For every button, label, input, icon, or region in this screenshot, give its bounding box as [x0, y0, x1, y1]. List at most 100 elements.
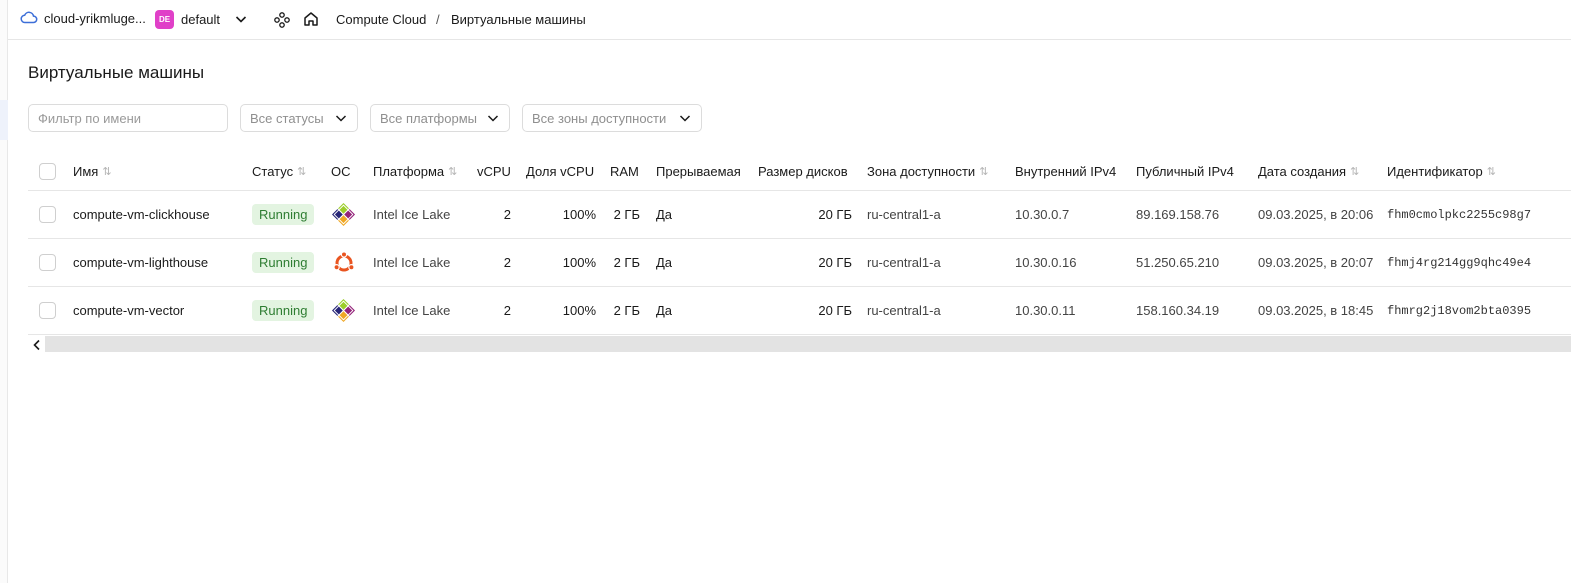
chevron-down-icon	[487, 115, 499, 122]
created-date: 09.03.2025, в 20:06	[1258, 207, 1374, 222]
folder-name[interactable]: default	[181, 12, 220, 27]
chevron-down-icon[interactable]	[234, 12, 248, 29]
status-cell: Running	[252, 239, 315, 286]
column-header-created[interactable]: Дата создания ⇅	[1258, 152, 1359, 190]
centos-icon	[331, 287, 356, 334]
select-all-checkbox[interactable]	[39, 152, 56, 190]
cloud-icon	[20, 10, 38, 27]
breadcrumb-separator: /	[436, 12, 440, 27]
column-header-zone[interactable]: Зона доступности ⇅	[867, 152, 988, 190]
sort-icon[interactable]: ⇅	[448, 165, 457, 178]
status-badge: Running	[252, 204, 315, 225]
preemptible: Да	[656, 207, 673, 222]
vcpu: 2	[503, 303, 511, 318]
column-header-vcpu: vCPU	[477, 163, 511, 179]
horizontal-scrollbar[interactable]	[45, 336, 1571, 352]
sort-icon[interactable]: ⇅	[102, 165, 111, 178]
cloud-name: cloud-yrikmluge...	[44, 11, 146, 26]
preemptible: Да	[656, 255, 673, 270]
vcpu-share: 100%	[562, 207, 596, 222]
vm-id: fhmrg2j18vom2bta0395	[1387, 303, 1532, 318]
platform-filter-select[interactable]: Все платформы	[370, 104, 510, 132]
disk-size: 20 ГБ	[818, 255, 852, 270]
left-rail-tab[interactable]	[0, 100, 8, 140]
table-row[interactable]: compute-vm-clickhouse Running Intel Ice …	[28, 191, 1571, 239]
public-ip: 158.160.34.19	[1136, 303, 1220, 318]
vcpu-share: 100%	[562, 255, 596, 270]
status-badge: Running	[252, 252, 315, 273]
folder-badge: DE	[155, 10, 174, 29]
table-row[interactable]: compute-vm-lighthouse Running Intel Ice …	[28, 239, 1571, 287]
internal-ip: 10.30.0.16	[1015, 255, 1077, 270]
vm-name[interactable]: compute-vm-lighthouse	[73, 239, 208, 286]
row-checkbox[interactable]	[39, 287, 56, 334]
topbar: cloud-yrikmluge... DE default Compute Cl…	[8, 0, 1571, 40]
zone: ru-central1-a	[867, 303, 941, 318]
vcpu: 2	[503, 207, 511, 222]
column-header-disk-size: Размер дисков	[758, 163, 848, 179]
public-ip: 51.250.65.210	[1136, 255, 1220, 270]
public-ip: 89.169.158.76	[1136, 207, 1220, 222]
column-header-vcpu-share: Доля vCPU	[526, 163, 595, 179]
vcpu: 2	[503, 255, 511, 270]
ubuntu-icon	[332, 239, 356, 286]
row-checkbox[interactable]	[39, 191, 56, 238]
table-header: Имя ⇅ Статус ⇅ ОС Платформа ⇅ vCPU Доля vCP…	[28, 152, 1571, 191]
ram: 2 ГБ	[613, 303, 640, 318]
breadcrumb-current-page: Виртуальные машины	[451, 12, 586, 27]
chevron-down-icon	[335, 115, 347, 122]
internal-ip: 10.30.0.7	[1015, 207, 1070, 222]
internal-ip: 10.30.0.11	[1015, 303, 1076, 318]
name-filter-input[interactable]	[28, 104, 228, 132]
status-cell: Running	[252, 191, 315, 238]
created-date: 09.03.2025, в 20:07	[1258, 255, 1374, 270]
disk-size: 20 ГБ	[818, 207, 852, 222]
column-header-preemptible: Прерываемая	[656, 163, 741, 179]
row-checkbox[interactable]	[39, 239, 56, 286]
column-header-public-ip: Публичный IPv4	[1136, 163, 1234, 179]
status-badge: Running	[252, 300, 315, 321]
column-header-os: ОС	[331, 163, 351, 179]
preemptible: Да	[656, 303, 673, 318]
sort-icon[interactable]: ⇅	[1487, 165, 1496, 178]
sort-icon[interactable]: ⇅	[979, 165, 988, 178]
status-filter-value: Все статусы	[250, 110, 324, 126]
vm-name[interactable]: compute-vm-vector	[73, 287, 184, 334]
vcpu-share: 100%	[562, 303, 596, 318]
ram: 2 ГБ	[613, 255, 640, 270]
column-header-internal-ip: Внутренний IPv4	[1015, 163, 1117, 179]
platform: Intel Ice Lake	[373, 303, 451, 318]
platform-filter-value: Все платформы	[380, 110, 477, 126]
platform: Intel Ice Lake	[373, 255, 451, 270]
status-filter-select[interactable]: Все статусы	[240, 104, 358, 132]
cloud-selector[interactable]: cloud-yrikmluge...	[20, 10, 146, 27]
page-title: Виртуальные машины	[28, 63, 205, 82]
column-header-id[interactable]: Идентификатор ⇅	[1387, 152, 1496, 190]
column-header-ram: RAM	[610, 163, 639, 179]
chevron-left-icon[interactable]	[32, 338, 42, 356]
services-icon[interactable]	[273, 11, 291, 32]
zone: ru-central1-a	[867, 255, 941, 270]
table-row[interactable]: compute-vm-vector Running Intel Ice Lake…	[28, 287, 1571, 335]
disk-size: 20 ГБ	[818, 303, 852, 318]
zone-filter-select[interactable]: Все зоны доступности	[522, 104, 702, 132]
breadcrumb-service[interactable]: Compute Cloud	[336, 12, 426, 27]
zone: ru-central1-a	[867, 207, 941, 222]
sort-icon[interactable]: ⇅	[1350, 165, 1359, 178]
vm-name[interactable]: compute-vm-clickhouse	[73, 191, 210, 238]
vm-id: fhmj4rg214gg9qhc49e4	[1387, 255, 1532, 270]
left-rail	[0, 0, 8, 583]
column-header-name[interactable]: Имя ⇅	[73, 152, 112, 190]
vm-id: fhm0cmolpkc2255c98g7	[1387, 207, 1532, 222]
ram: 2 ГБ	[613, 207, 640, 222]
column-header-platform[interactable]: Платформа ⇅	[373, 152, 457, 190]
sort-icon[interactable]: ⇅	[297, 165, 306, 178]
column-header-status[interactable]: Статус ⇅	[252, 152, 306, 190]
status-cell: Running	[252, 287, 315, 334]
zone-filter-value: Все зоны доступности	[532, 110, 667, 126]
centos-icon	[331, 191, 356, 238]
chevron-down-icon	[679, 115, 691, 122]
created-date: 09.03.2025, в 18:45	[1258, 303, 1374, 318]
home-icon[interactable]	[302, 10, 320, 31]
platform: Intel Ice Lake	[373, 207, 451, 222]
